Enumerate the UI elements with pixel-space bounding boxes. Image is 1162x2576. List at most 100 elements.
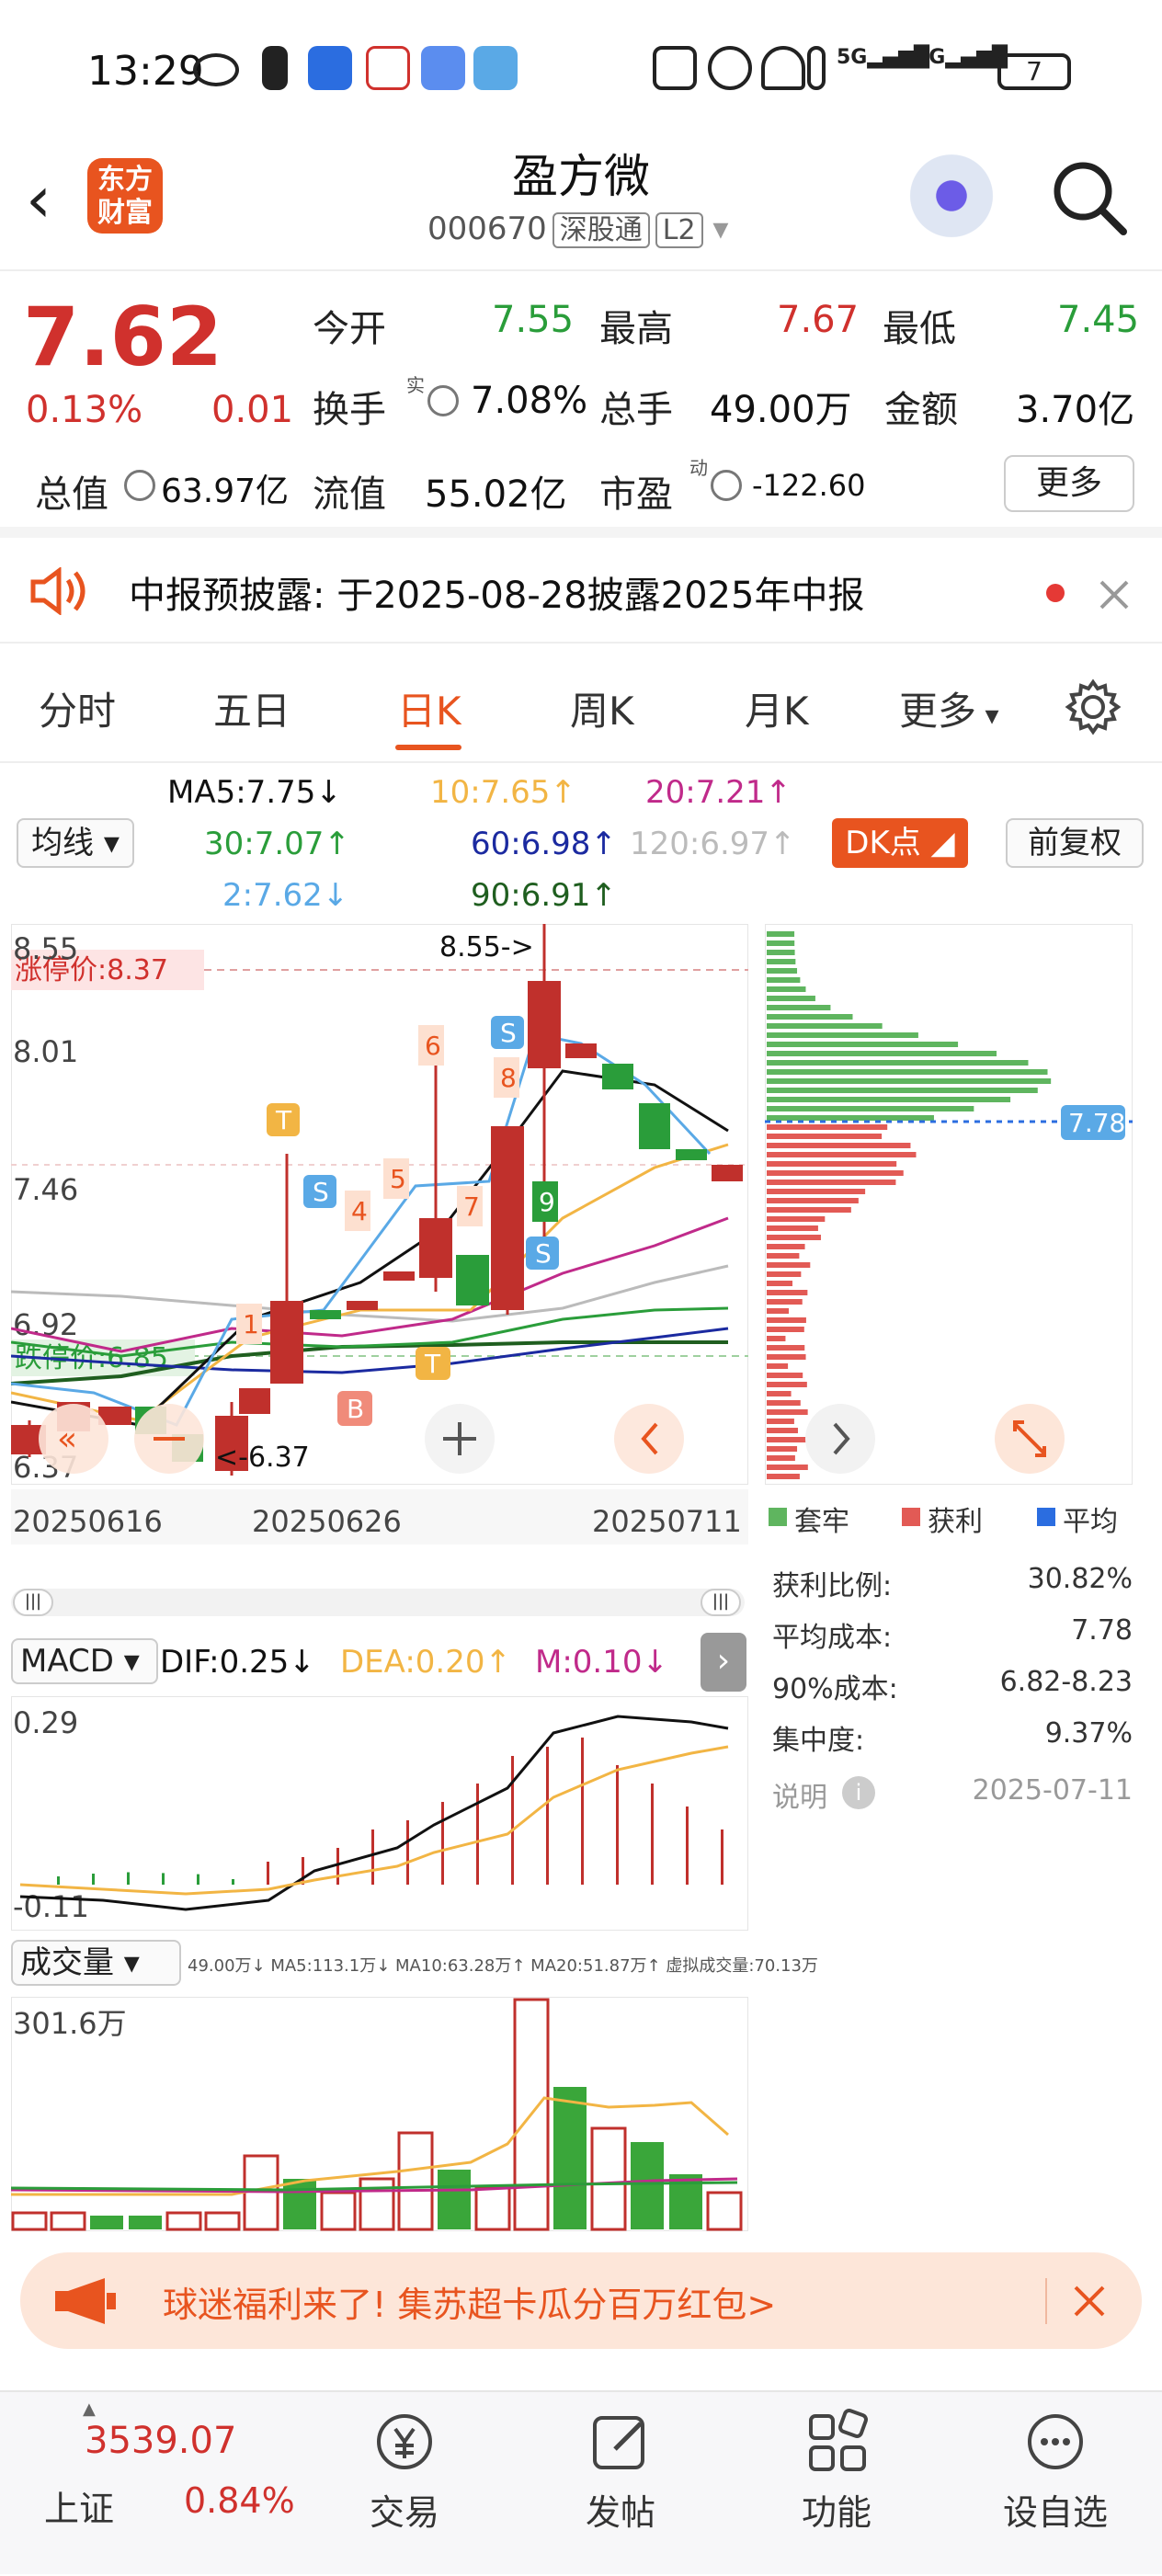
volume-bar bbox=[320, 2191, 357, 2231]
chip-legend: 套牢 获利 平均 bbox=[769, 1499, 1136, 1538]
ma20-value: 20:7.21↑ bbox=[645, 774, 792, 811]
signal-b-label: B bbox=[347, 1394, 364, 1424]
macd-bar bbox=[197, 1874, 199, 1885]
nav-watchlist[interactable]: 设自选 bbox=[982, 2392, 1129, 2576]
nav-post[interactable]: 发帖 bbox=[547, 2392, 694, 2576]
bottom-nav: ▲ 3539.07 上证 0.84% 交易 发帖 功能 设自选 bbox=[0, 2390, 1162, 2574]
turnover-value: 7.08% bbox=[471, 380, 588, 422]
amount-value: 3.70亿 bbox=[1016, 389, 1135, 431]
legend-trapped: 套牢 bbox=[794, 1506, 849, 1538]
close-icon[interactable] bbox=[1099, 579, 1130, 610]
stock-code-line[interactable]: 000670 深股通 L2 ▾ bbox=[427, 207, 729, 248]
volume-selector[interactable]: 成交量 ▾ bbox=[11, 1940, 181, 1986]
tab-daily-k[interactable]: 日K bbox=[397, 680, 461, 736]
chip-bar bbox=[767, 1161, 897, 1167]
market-tag: 深股通 bbox=[552, 212, 650, 248]
slider-left-handle[interactable]: ||| bbox=[13, 1589, 53, 1616]
tab-five-day[interactable]: 五日 bbox=[213, 680, 290, 736]
tab-intraday[interactable]: 分时 bbox=[39, 680, 116, 736]
signal-icon-2: 5G▂▄▆█ bbox=[915, 46, 1008, 69]
notice-text: 中报预披露: 于2025-08-28披露2025年中报 bbox=[129, 575, 865, 617]
unread-dot bbox=[1046, 584, 1065, 602]
macd-bar bbox=[302, 1857, 304, 1885]
volume-bar bbox=[283, 2179, 316, 2229]
ma90-value: 90:6.91↑ bbox=[471, 877, 617, 914]
kline-chart[interactable]: 涨停价:8.37 跌停价:6.85 8.55 8.01 7.46 6.92 6.… bbox=[11, 924, 748, 1485]
level-tag: L2 bbox=[655, 212, 703, 248]
info-circle-icon[interactable]: i bbox=[842, 1776, 875, 1809]
dk-point-button[interactable]: DK点 ◢ bbox=[832, 818, 968, 868]
search-icon[interactable] bbox=[1048, 156, 1131, 239]
ma-selector[interactable]: 均线 ▾ bbox=[17, 818, 134, 868]
macd-y-bottom: -0.11 bbox=[13, 1889, 89, 1924]
chip-bar bbox=[767, 1235, 821, 1240]
chip-bar bbox=[767, 1299, 803, 1305]
macd-bar bbox=[441, 1802, 444, 1885]
nav-functions[interactable]: 功能 bbox=[763, 2392, 910, 2576]
chip-bar bbox=[767, 1207, 851, 1213]
gear-icon[interactable] bbox=[1065, 678, 1122, 735]
panel-toggle-button[interactable]: › bbox=[701, 1633, 746, 1692]
promo-banner[interactable]: 球迷福利来了! 集苏超卡瓜分百万红包> bbox=[20, 2252, 1142, 2349]
chip-bar bbox=[767, 1465, 808, 1470]
chip-bar bbox=[767, 1042, 959, 1047]
stat-label-avg: 平均成本: bbox=[772, 1622, 893, 1654]
chip-bar bbox=[767, 931, 795, 937]
last-price: 7.62 bbox=[23, 290, 223, 384]
info-icon[interactable] bbox=[427, 385, 459, 416]
notice-bar[interactable]: 中报预披露: 于2025-08-28披露2025年中报 bbox=[0, 538, 1162, 644]
yen-icon bbox=[377, 2414, 432, 2469]
chip-bar bbox=[767, 986, 806, 992]
signal-t-2-label: T bbox=[424, 1349, 441, 1379]
stat-value-avg: 7.78 bbox=[1071, 1614, 1133, 1647]
chip-bar bbox=[767, 1143, 911, 1148]
adjust-button[interactable]: 前复权 bbox=[1006, 818, 1144, 868]
chip-distribution-chart[interactable]: 7.78 bbox=[765, 924, 1133, 1485]
volume-bar bbox=[11, 2211, 48, 2231]
note-label[interactable]: 说明 bbox=[772, 1774, 827, 1815]
chip-bar bbox=[767, 1409, 808, 1415]
amount-label: 金额 bbox=[884, 389, 958, 431]
range-slider[interactable]: ||| ||| bbox=[11, 1589, 745, 1616]
signal-s-3-label: S bbox=[535, 1238, 552, 1269]
chip-bar bbox=[767, 1014, 853, 1020]
volume-bar bbox=[397, 2131, 434, 2231]
edit-icon bbox=[593, 2416, 644, 2469]
high-value: 7.67 bbox=[777, 299, 860, 341]
slider-right-handle[interactable]: ||| bbox=[701, 1589, 741, 1616]
macd-dif: DIF:0.25↓ bbox=[160, 1644, 315, 1681]
chip-bar bbox=[767, 1088, 1038, 1093]
banner-close-icon[interactable] bbox=[1073, 2285, 1106, 2318]
ma60-value: 60:6.98↑ bbox=[471, 826, 617, 862]
more-button[interactable]: 更多 bbox=[1004, 455, 1134, 512]
dk-label: DK点 bbox=[845, 825, 921, 861]
tab-more[interactable]: 更多 ▾ bbox=[899, 680, 999, 736]
stock-code: 000670 bbox=[427, 211, 547, 247]
chip-bar bbox=[767, 1097, 1011, 1102]
volume-chart[interactable]: 301.6万 bbox=[11, 1997, 748, 2231]
index-quote[interactable]: ▲ 3539.07 上证 0.84% bbox=[0, 2392, 295, 2576]
float-label: 流值 bbox=[313, 473, 386, 516]
mktcap-info-icon[interactable] bbox=[124, 470, 155, 501]
assistant-avatar[interactable] bbox=[906, 154, 997, 246]
chip-bar bbox=[767, 1455, 795, 1461]
pe-info-icon[interactable] bbox=[711, 470, 742, 501]
step-right-button[interactable] bbox=[805, 1404, 875, 1474]
volume-bar bbox=[90, 2216, 123, 2229]
battery-level: 7 bbox=[1026, 56, 1042, 86]
macd-selector[interactable]: MACD ▾ bbox=[11, 1638, 158, 1684]
tab-weekly-k[interactable]: 周K bbox=[570, 680, 634, 736]
tab-monthly-k[interactable]: 月K bbox=[745, 680, 809, 736]
count-4: 4 bbox=[351, 1196, 368, 1226]
ma2-value: 2:7.62↓ bbox=[222, 877, 349, 914]
chip-bar bbox=[767, 1225, 818, 1231]
header: ‹ 东方财富 盈方微 000670 深股通 L2 ▾ bbox=[0, 138, 1162, 271]
chip-bar bbox=[767, 1327, 804, 1332]
volume-bar bbox=[50, 2211, 86, 2231]
chip-bar bbox=[767, 1363, 789, 1369]
step-left-button[interactable] bbox=[614, 1404, 684, 1474]
chip-bar bbox=[767, 996, 815, 1001]
nav-trade[interactable]: 交易 bbox=[331, 2392, 478, 2576]
macd-chart[interactable]: 0.29 -0.11 bbox=[11, 1696, 748, 1931]
chip-bar bbox=[767, 1023, 883, 1029]
